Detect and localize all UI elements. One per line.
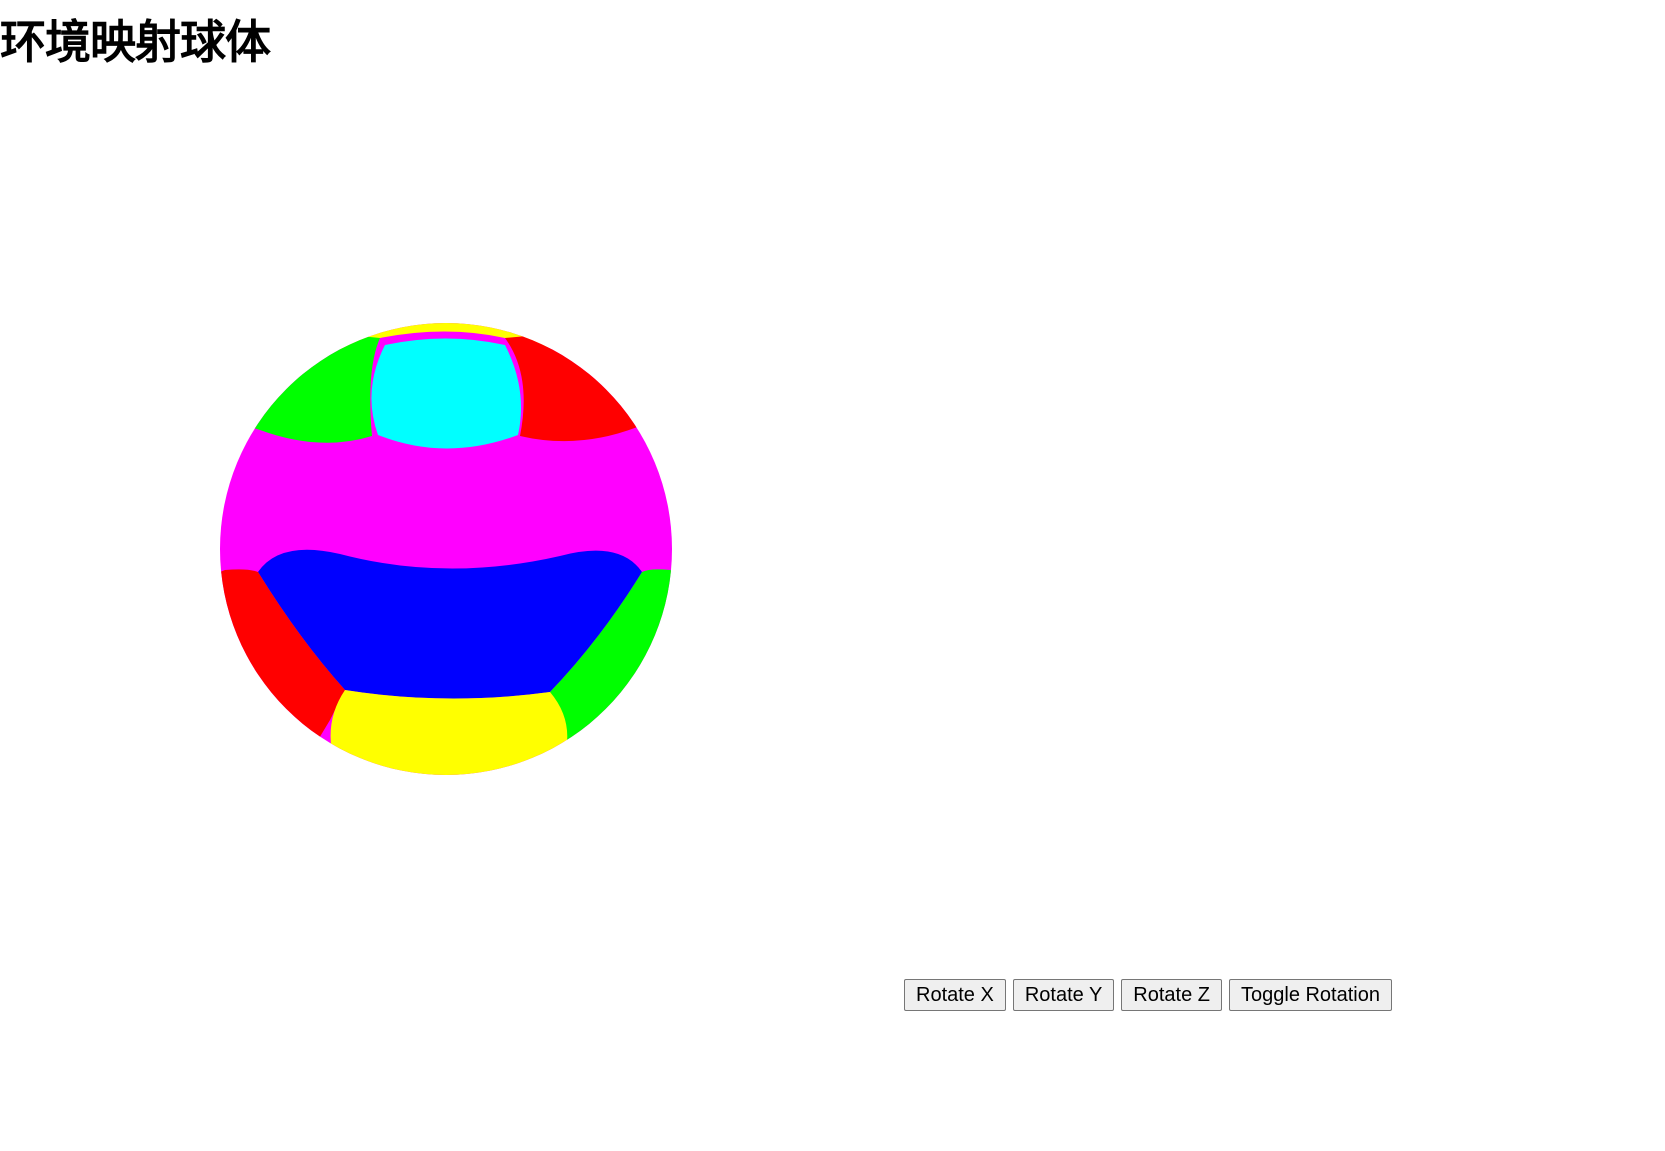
page: 环境映射球体 Rotate X Rotate Y Rotate Z Toggle… [0,0,1665,1151]
environment-mapped-sphere[interactable] [0,70,1665,990]
top-cap-face [371,338,522,449]
bottom-cap-face [330,690,568,775]
rotate-x-button[interactable]: Rotate X [904,979,1006,1011]
rotate-y-button[interactable]: Rotate Y [1012,979,1115,1011]
rotation-controls: Rotate X Rotate Y Rotate Z Toggle Rotati… [904,979,1392,1011]
upper-right-face [505,323,672,442]
rotate-z-button[interactable]: Rotate Z [1121,979,1222,1011]
upper-left-face [220,323,380,443]
render-viewport[interactable] [0,70,1665,990]
page-title: 环境映射球体 [0,15,271,69]
toggle-rotation-button[interactable]: Toggle Rotation [1229,979,1392,1011]
